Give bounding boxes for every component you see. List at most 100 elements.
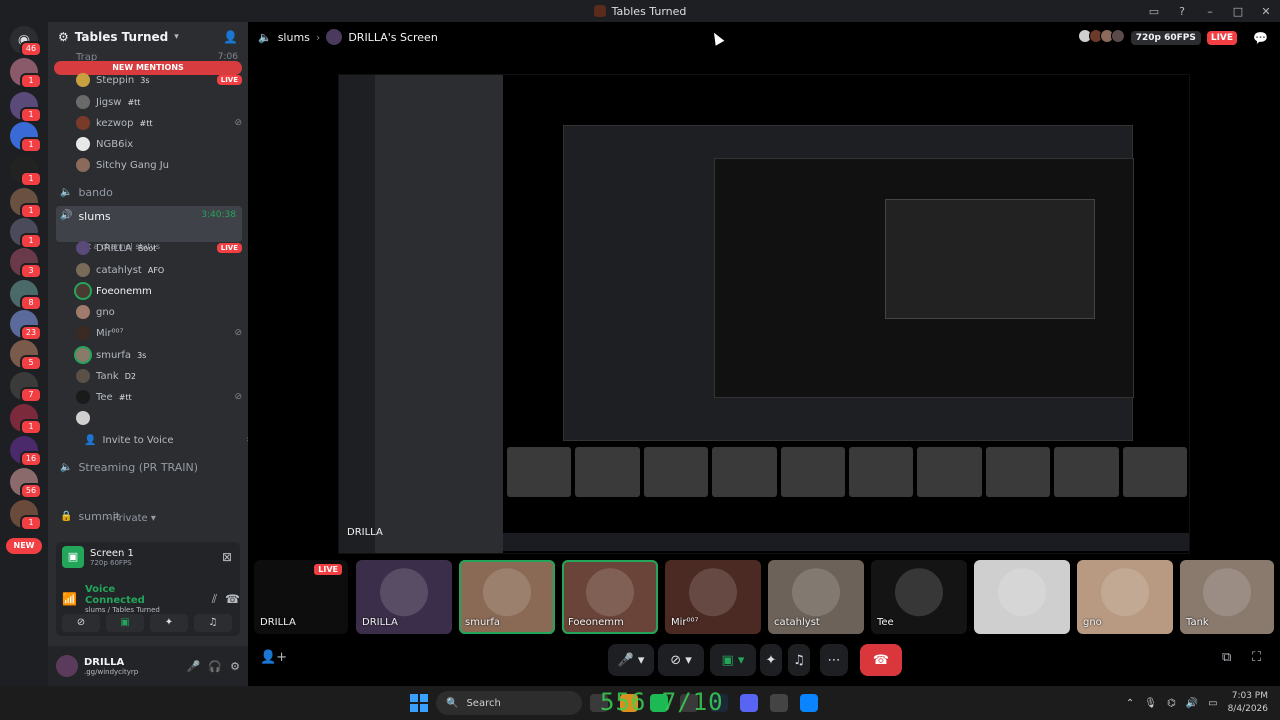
more-options-button[interactable]: ⋯ bbox=[820, 644, 848, 676]
avatar bbox=[998, 568, 1046, 617]
voice-member[interactable]: Mir⁰⁰⁷ ⊘ bbox=[76, 323, 242, 343]
nested-share-2 bbox=[714, 158, 1134, 398]
lock-icon: 🔒 bbox=[60, 510, 73, 522]
voice-member[interactable]: smurfa 3s bbox=[76, 345, 242, 365]
channel-streaming[interactable]: 🔈 Streaming (PR TRAIN) bbox=[56, 456, 242, 478]
voice-member[interactable]: Tee #tt ⊘ bbox=[76, 387, 242, 407]
avatar[interactable] bbox=[56, 655, 78, 677]
participant-tile[interactable]: DRILLA LIVE bbox=[254, 560, 348, 634]
voice-member[interactable]: Tank D2 bbox=[76, 366, 242, 386]
edge-icon[interactable] bbox=[800, 694, 818, 712]
voice-panel-buttons: ⊘ ▣ ✦ ♫ bbox=[62, 614, 232, 632]
stop-stream-icon[interactable]: ⊠ bbox=[222, 550, 232, 564]
avatar bbox=[76, 158, 90, 172]
headphones-icon[interactable]: 🎧 bbox=[208, 660, 222, 673]
camera-button[interactable]: ⊘ ▾ bbox=[658, 644, 704, 676]
server-icon[interactable]: 1 bbox=[10, 156, 42, 187]
voice-member[interactable]: Sitchy Gang Ju bbox=[76, 155, 242, 175]
add-participant-icon[interactable]: 👤+ bbox=[260, 650, 287, 665]
viewer-avatars[interactable] bbox=[1077, 29, 1125, 46]
settings-gear-icon[interactable]: ⚙ bbox=[230, 660, 240, 673]
popout-icon[interactable]: ⧉ bbox=[1222, 650, 1231, 665]
discord-home-icon[interactable]: ◉ 46 bbox=[10, 26, 42, 57]
participant-tile[interactable]: Tee bbox=[871, 560, 967, 634]
noise-suppression-icon[interactable]: ⫽ bbox=[212, 592, 217, 607]
voice-member[interactable]: Steppin 3s LIVE bbox=[76, 70, 242, 90]
taskbar-search[interactable]: 🔍 Search bbox=[436, 691, 582, 715]
voice-member[interactable]: Foeonemm bbox=[76, 281, 242, 301]
server-icon[interactable]: 7 bbox=[10, 372, 42, 403]
server-icon[interactable]: 23 bbox=[10, 310, 42, 341]
server-icon[interactable]: 1 bbox=[10, 92, 42, 123]
new-unreads-pill[interactable]: NEW bbox=[6, 538, 42, 554]
discord-icon[interactable] bbox=[740, 694, 758, 712]
server-icon[interactable]: 1 bbox=[10, 500, 42, 531]
voice-member[interactable]: NGB6ix bbox=[76, 134, 242, 154]
soundboard-button[interactable]: ♫ bbox=[788, 644, 810, 676]
tile-label: Mir⁰⁰⁷ bbox=[671, 617, 699, 628]
server-icon[interactable]: 8 bbox=[10, 280, 42, 311]
server-icon[interactable]: 16 bbox=[10, 436, 42, 467]
microphone-icon[interactable]: 🎤 bbox=[187, 660, 201, 673]
participant-tile[interactable]: smurfa bbox=[459, 560, 555, 634]
screen-share-button[interactable]: ▣ ▾ bbox=[710, 644, 756, 676]
participant-tile[interactable]: Mir⁰⁰⁷ bbox=[665, 560, 761, 634]
minimize-button[interactable]: – bbox=[1196, 5, 1224, 18]
maximize-button[interactable]: □ bbox=[1224, 5, 1252, 18]
participant-tile[interactable]: Tank bbox=[1180, 560, 1274, 634]
server-icon[interactable]: 1 bbox=[10, 122, 42, 153]
taskbar-clock[interactable]: 7:03 PM 8/4/2026 bbox=[1228, 690, 1268, 716]
channel-bando[interactable]: 🔈 bando bbox=[56, 181, 242, 203]
network-icon[interactable]: ⌬ bbox=[1167, 698, 1176, 709]
channel-summit[interactable]: 🔒 summit bbox=[56, 505, 242, 527]
live-badge: LIVE bbox=[314, 564, 342, 575]
server-icon[interactable]: 56 bbox=[10, 468, 42, 499]
fullscreen-icon[interactable]: ⛶ bbox=[1252, 650, 1261, 665]
participant-tile[interactable]: catahlyst bbox=[768, 560, 864, 634]
server-icon[interactable]: 1 bbox=[10, 404, 42, 435]
participant-tile[interactable] bbox=[974, 560, 1070, 634]
voice-member[interactable]: kezwop #tt ⊘ bbox=[76, 113, 242, 133]
help-icon[interactable]: ? bbox=[1168, 5, 1196, 18]
disconnect-icon[interactable]: ☎ bbox=[225, 592, 240, 606]
screen-share-view[interactable]: DRILLA bbox=[338, 74, 1190, 554]
invite-to-voice[interactable]: 👤 Invite to Voice › bbox=[84, 430, 250, 450]
participant-tile[interactable]: gno bbox=[1077, 560, 1173, 634]
add-user-icon[interactable]: 👤 bbox=[223, 30, 238, 44]
server-icon[interactable]: 1 bbox=[10, 188, 42, 219]
activities-button[interactable]: ✦ bbox=[150, 614, 188, 632]
activities-button[interactable]: ✦ bbox=[760, 644, 782, 676]
voice-connected-channel: slums / Tables Turned bbox=[84, 606, 160, 614]
voice-connected[interactable]: 📶 Voice Connected slums / Tables Turned … bbox=[62, 584, 240, 614]
microphone-button[interactable]: 🎤 ▾ bbox=[608, 644, 654, 676]
voice-member[interactable]: catahlyst AFO bbox=[76, 260, 242, 280]
chatgpt-icon[interactable] bbox=[770, 694, 788, 712]
voice-member[interactable]: DRILLA Boot LIVE bbox=[76, 238, 242, 258]
participant-tile[interactable]: DRILLA bbox=[356, 560, 452, 634]
guild-header[interactable]: ⚙ Tables Turned ▾ 👤 bbox=[48, 22, 248, 52]
volume-icon[interactable]: 🔊 bbox=[1186, 698, 1198, 709]
avatar bbox=[76, 390, 90, 404]
chevron-up-icon[interactable]: ⌃ bbox=[1126, 698, 1134, 709]
channel-slums[interactable]: 🔊 slums 3:40:38 bbox=[56, 206, 242, 242]
server-icon[interactable]: 1 bbox=[10, 58, 42, 89]
soundboard-button[interactable]: ♫ bbox=[194, 614, 232, 632]
voice-member[interactable]: gno bbox=[76, 302, 242, 322]
battery-icon[interactable]: ▭ bbox=[1208, 698, 1217, 709]
close-button[interactable]: ✕ bbox=[1252, 5, 1280, 18]
camera-off-button[interactable]: ⊘ bbox=[62, 614, 100, 632]
windows-start-icon[interactable] bbox=[410, 694, 428, 712]
voice-member[interactable]: Jigsw #tt bbox=[76, 92, 242, 112]
avatar bbox=[76, 241, 90, 255]
participant-tile[interactable]: Foeonemm bbox=[562, 560, 658, 634]
screen-share-button[interactable]: ▣ bbox=[106, 614, 144, 632]
disconnect-button[interactable]: ☎ bbox=[860, 644, 902, 676]
chat-bubble-icon[interactable]: 💬 bbox=[1253, 31, 1268, 45]
live-badge: LIVE bbox=[216, 75, 242, 85]
server-icon[interactable]: 1 bbox=[10, 218, 42, 249]
server-icon[interactable]: 5 bbox=[10, 340, 42, 371]
voice-member[interactable] bbox=[76, 408, 242, 428]
inbox-icon[interactable]: ▭ bbox=[1140, 5, 1168, 18]
server-icon[interactable]: 3 bbox=[10, 248, 42, 279]
mic-tray-icon[interactable]: 🎙 bbox=[1144, 698, 1157, 709]
